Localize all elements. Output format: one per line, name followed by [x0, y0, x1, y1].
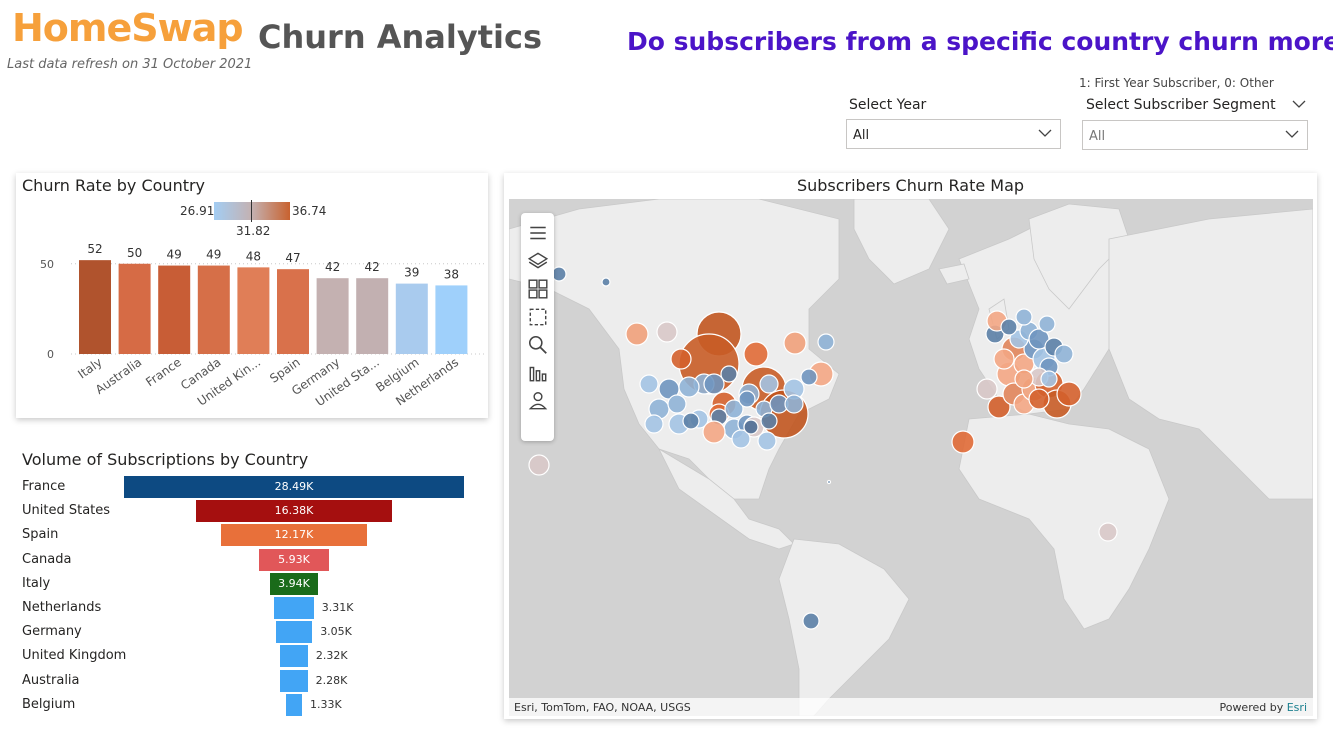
churn-bar[interactable]	[197, 265, 230, 354]
map-attribution: Esri, TomTom, FAO, NOAA, USGS	[514, 701, 691, 714]
funnel-row[interactable]: Italy 3.94K	[22, 572, 492, 595]
segment-slicer-label: Select Subscriber Segment	[1086, 97, 1276, 113]
funnel-value-label: 2.32K	[315, 649, 348, 663]
churn-bar-chart: 05052Italy50Australia49France49Canada48U…	[40, 242, 486, 409]
funnel-category-label: United States	[22, 503, 111, 519]
funnel-category-label: Australia	[22, 672, 80, 688]
churn-data-label: 49	[206, 248, 221, 262]
funnel-bar[interactable]: 5.93K	[258, 548, 330, 571]
chevron-down-icon[interactable]	[1292, 97, 1306, 111]
grid-icon[interactable]	[527, 278, 549, 300]
churn-data-label: 50	[127, 246, 142, 260]
funnel-row[interactable]: Canada 5.93K	[22, 548, 492, 571]
funnel-bar[interactable]	[275, 621, 313, 644]
funnel-bar[interactable]: 28.49K	[124, 476, 464, 498]
map-title: Subscribers Churn Rate Map	[796, 176, 1025, 195]
segment-slicer-dropdown[interactable]: All	[1082, 120, 1308, 150]
funnel-row[interactable]: Netherlands 3.31K	[22, 597, 492, 619]
chevron-down-icon	[1038, 129, 1052, 137]
funnel-value-label: 2.28K	[315, 673, 348, 687]
map-canvas[interactable]: Esri, TomTom, FAO, NOAA, USGS Powered by…	[509, 199, 1313, 716]
x-category-label: France	[143, 355, 184, 389]
page-title: Churn Analytics	[258, 18, 542, 56]
layers-icon[interactable]	[527, 250, 549, 272]
churn-bar[interactable]	[395, 283, 428, 354]
churn-bar[interactable]	[316, 278, 349, 354]
menu-icon[interactable]	[527, 222, 549, 244]
funnel-category-label: Belgium	[22, 696, 76, 712]
churn-data-label: 38	[444, 267, 459, 281]
homeswap-logo: HomeSwap	[12, 6, 244, 50]
churn-bar[interactable]	[356, 278, 389, 354]
volume-funnel-chart: France 28.49K United States 16.38K Spain 12.1…	[22, 476, 492, 721]
x-category-label: Italy	[75, 355, 104, 381]
churn-data-label: 47	[285, 251, 300, 265]
volume-chart-title: Volume of Subscriptions by Country	[22, 450, 309, 469]
funnel-row[interactable]: Australia 2.28K	[22, 669, 492, 692]
data-refresh-note: Last data refresh on 31 October 2021	[7, 57, 253, 72]
page-question: Do subscribers from a specific country c…	[627, 27, 1333, 56]
funnel-bar[interactable]	[280, 669, 308, 692]
year-slicer-dropdown[interactable]: All	[846, 119, 1061, 149]
map-footer: Esri, TomTom, FAO, NOAA, USGS Powered by…	[509, 698, 1313, 716]
world-map	[509, 199, 1313, 716]
churn-bar[interactable]	[435, 285, 468, 354]
churn-bar[interactable]	[79, 260, 111, 354]
map-card: Subscribers Churn Rate Map Esri, TomTom,…	[504, 173, 1317, 719]
funnel-bar[interactable]	[286, 693, 302, 716]
funnel-bar[interactable]	[274, 597, 314, 619]
funnel-value-label: 3.31K	[321, 601, 354, 614]
funnel-bar[interactable]: 3.94K	[270, 572, 318, 595]
person-icon[interactable]	[527, 390, 549, 412]
funnel-bar[interactable]: 12.17K	[221, 524, 367, 547]
search-icon[interactable]	[527, 334, 549, 356]
churn-rate-card: Churn Rate by Country 26.91 36.74 31.82 …	[16, 173, 488, 418]
churn-data-label: 42	[365, 260, 380, 274]
powered-by: Powered by Esri	[1219, 701, 1307, 714]
select-rect-icon[interactable]	[527, 306, 549, 328]
funnel-category-label: Germany	[22, 624, 82, 640]
map-toolbar	[521, 213, 554, 441]
churn-bar[interactable]	[118, 263, 151, 354]
funnel-bar[interactable]: 16.38K	[196, 500, 392, 523]
churn-data-label: 39	[404, 266, 419, 280]
funnel-category-label: Canada	[22, 551, 72, 567]
bars-icon[interactable]	[527, 362, 549, 384]
segment-hint: 1: First Year Subscriber, 0: Other	[1079, 76, 1274, 90]
churn-data-label: 52	[87, 242, 102, 256]
funnel-row[interactable]: France 28.49K	[22, 476, 492, 498]
churn-bar[interactable]	[237, 267, 270, 354]
funnel-value-label: 3.05K	[320, 625, 352, 639]
funnel-bar[interactable]	[280, 645, 308, 668]
funnel-category-label: United Kingdom	[22, 648, 127, 664]
y-tick-label: 0	[47, 348, 54, 361]
y-tick-label: 50	[40, 258, 54, 271]
powered-prefix: Powered by	[1219, 701, 1287, 714]
churn-data-label: 49	[167, 248, 182, 262]
churn-data-label: 48	[246, 249, 261, 263]
churn-bar[interactable]	[158, 265, 191, 354]
funnel-row[interactable]: Spain 12.17K	[22, 524, 492, 547]
segment-slicer-value: All	[1089, 129, 1106, 144]
funnel-category-label: Spain	[22, 527, 59, 543]
funnel-row[interactable]: United Kingdom 2.32K	[22, 645, 492, 668]
year-slicer-label: Select Year	[849, 97, 927, 113]
funnel-row[interactable]: Germany 3.05K	[22, 621, 492, 644]
churn-data-label: 42	[325, 260, 340, 274]
churn-bar[interactable]	[277, 269, 309, 354]
funnel-category-label: France	[22, 479, 66, 494]
chevron-down-icon	[1285, 130, 1299, 138]
funnel-value-label: 1.33K	[310, 697, 342, 711]
year-slicer-value: All	[853, 128, 870, 143]
funnel-category-label: Italy	[22, 575, 51, 591]
funnel-category-label: Netherlands	[22, 600, 102, 615]
funnel-row[interactable]: Belgium 1.33K	[22, 693, 492, 716]
funnel-row[interactable]: United States 16.38K	[22, 500, 492, 523]
esri-link[interactable]: Esri	[1287, 701, 1307, 714]
